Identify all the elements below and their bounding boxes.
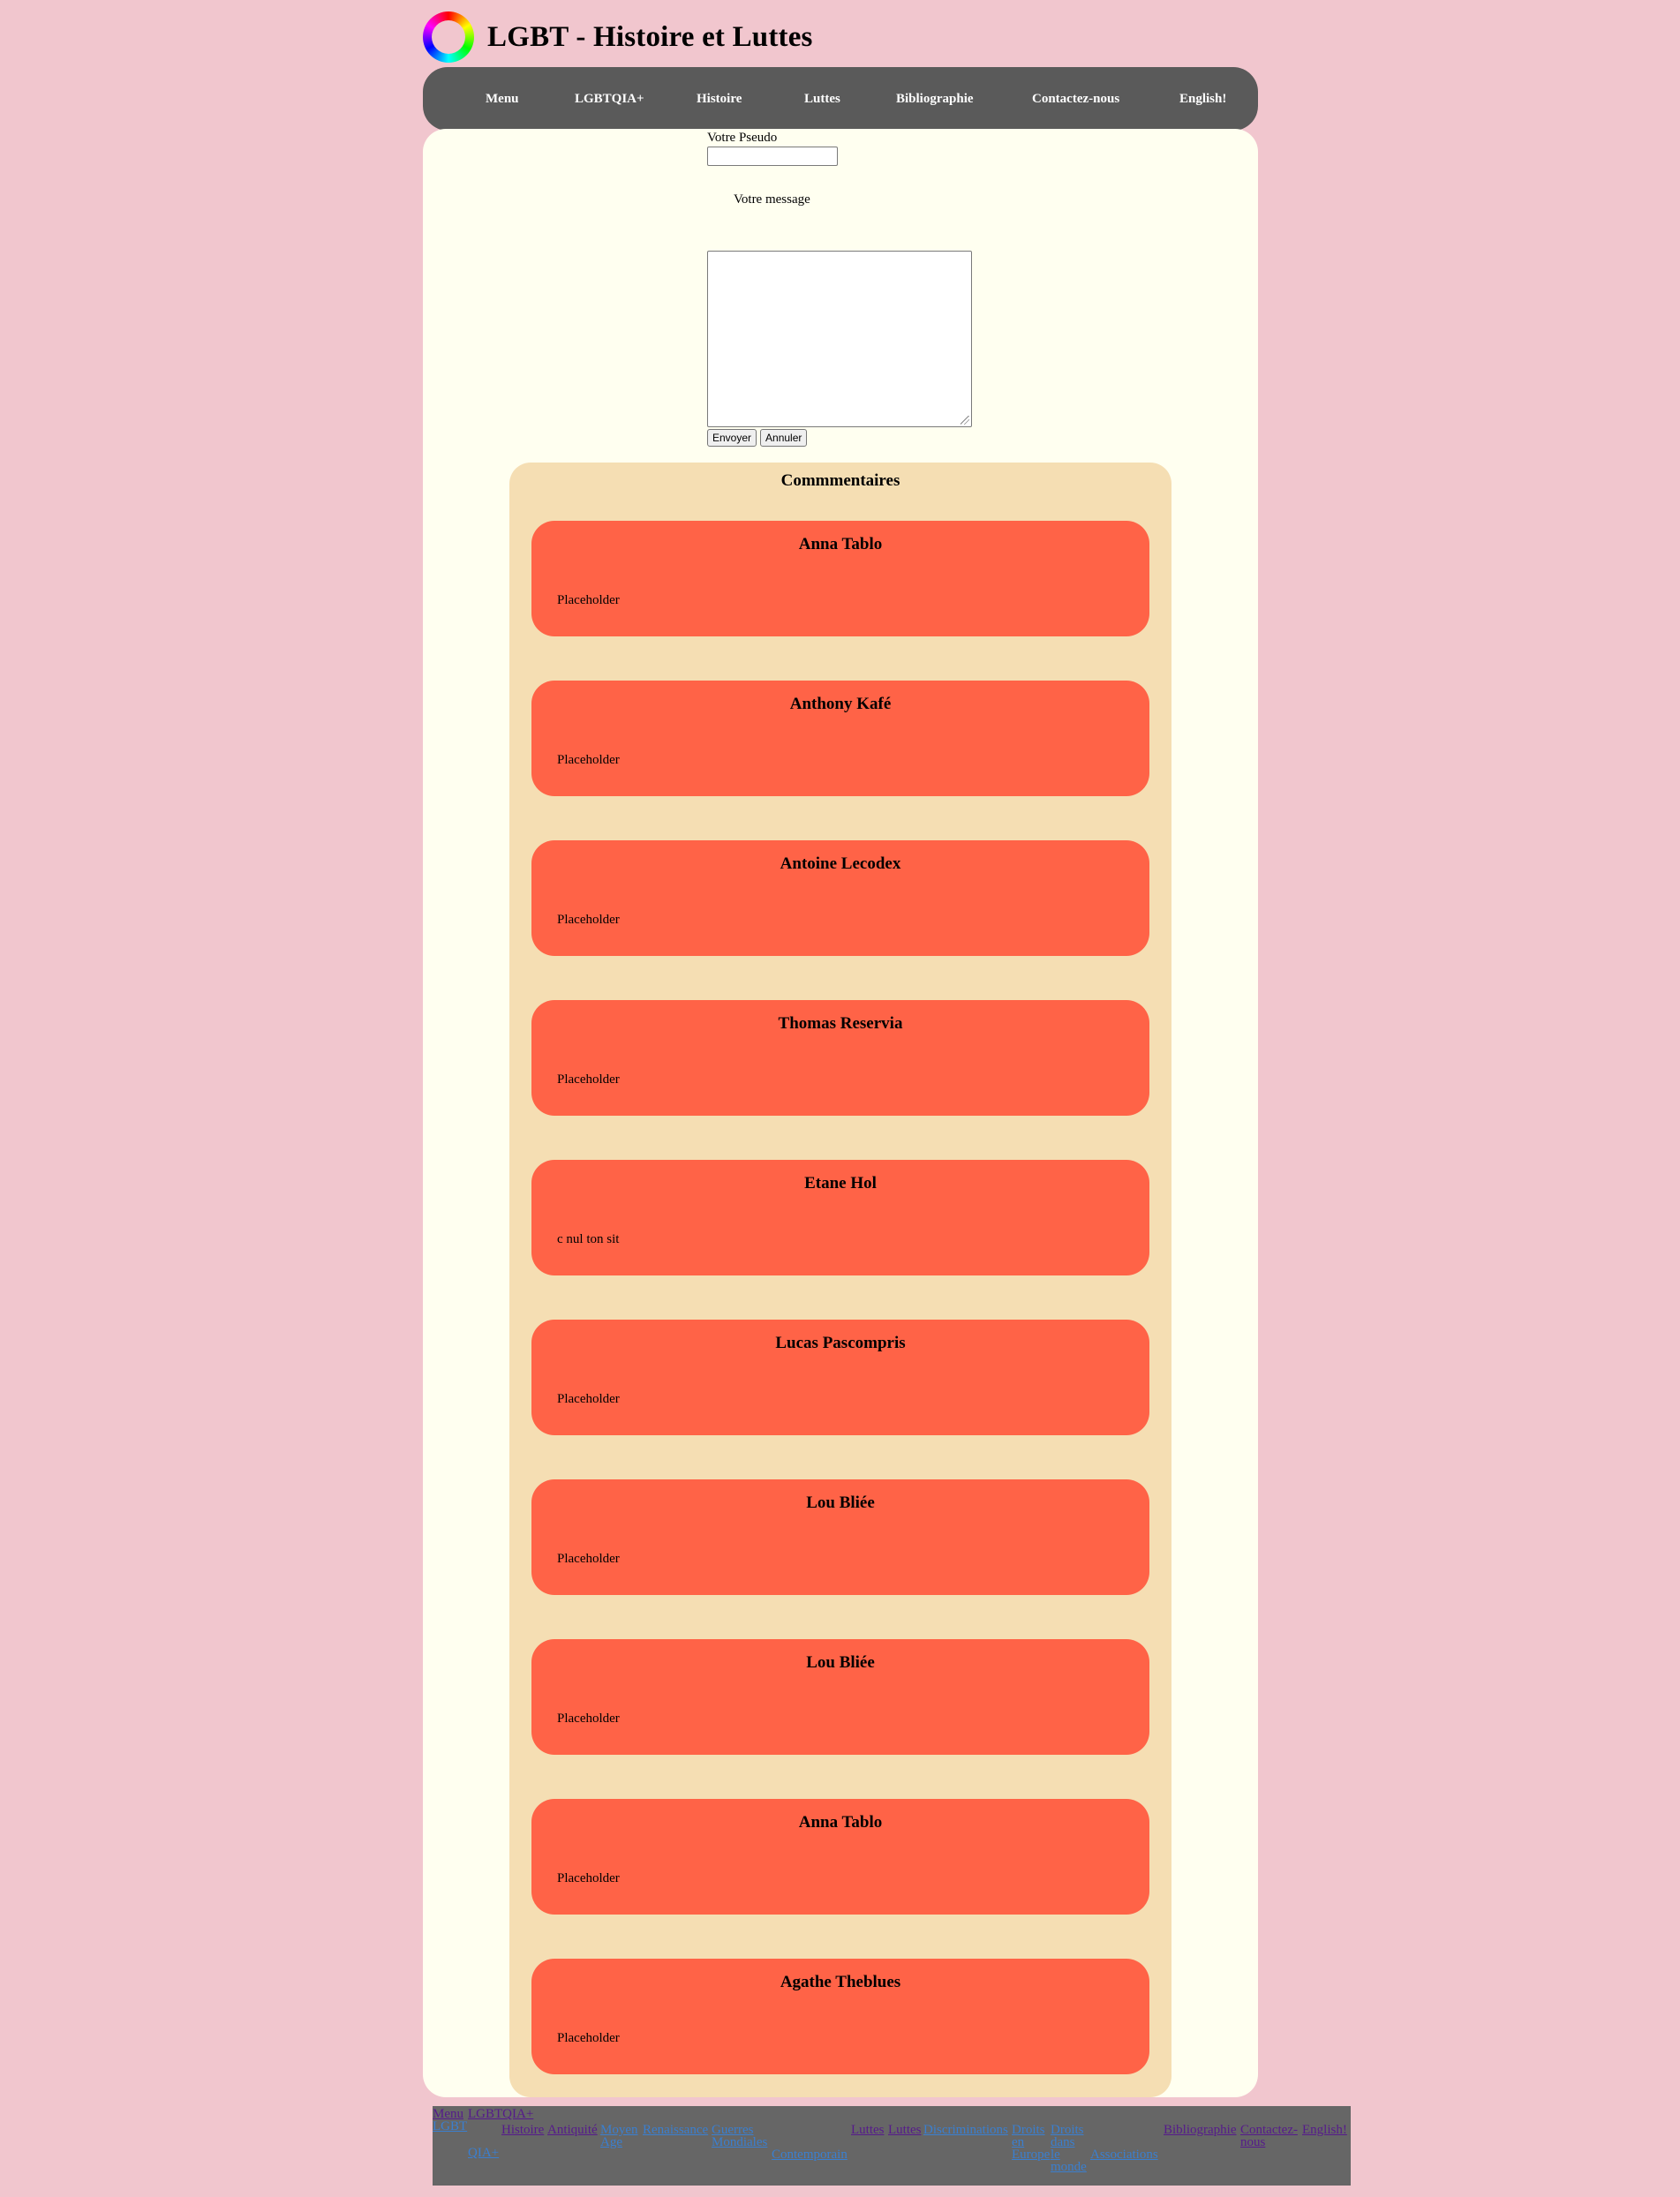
comment-author: Anthony Kafé [789,695,892,713]
comments-title: Commmentaires [780,471,900,490]
footer-link-droits-monde[interactable]: Droits dans le monde [1051,2124,1088,2174]
comment-card: Anna Tablo Placeholder [531,521,1149,636]
comment-text: Placeholder [557,1072,620,1087]
footer-link-english[interactable]: English! [1302,2124,1347,2137]
comment-text: c nul ton sit [557,1232,620,1246]
footer-link-antiquite[interactable]: Antiquité [547,2124,598,2137]
footer-link-guerres[interactable]: Guerres Mondiales [712,2124,767,2149]
comment-text: Placeholder [557,913,620,927]
comments-section: Commmentaires Anna Tablo Placeholder Ant… [509,463,1171,2097]
footer-nav: Menu LGBT LGBTQIA+ QIA+ Histoire Antiqui… [433,2106,1351,2186]
comment-text: Placeholder [557,593,620,607]
footer-link-luttes-2[interactable]: Luttes [888,2124,922,2137]
footer-link-lgbtqia[interactable]: LGBTQIA+ [468,2108,533,2121]
site-header: LGBT - Histoire et Luttes [423,11,813,64]
comment-card: Agathe Theblues Placeholder [531,1959,1149,2074]
pseudo-label: Votre Pseudo [707,131,778,145]
comment-author: Thomas Reservia [778,1014,903,1033]
footer-link-contemporain[interactable]: Contemporain [772,2148,848,2162]
footer-link-droits-europe[interactable]: Droits en Europe [1012,2124,1050,2162]
comment-card: Antoine Lecodex Placeholder [531,840,1149,956]
footer-link-associations[interactable]: Associations [1090,2148,1158,2162]
comment-text: Placeholder [557,2031,620,2045]
nav-lgbtqia[interactable]: LGBTQIA+ [575,67,644,131]
comment-author: Anna Tablo [798,535,883,553]
comment-text: Placeholder [557,1871,620,1885]
main-panel: Votre Pseudo Votre message Envoyer Annul… [423,129,1258,2097]
comment-author: Lou Bliée [806,1653,875,1672]
comment-card: Lou Bliée Placeholder [531,1639,1149,1755]
footer-link-lgbt[interactable]: LGBT [433,2120,467,2133]
comment-card: Thomas Reservia Placeholder [531,1000,1149,1116]
footer-link-moyen-age[interactable]: Moyen Age [600,2124,638,2149]
comment-text: Placeholder [557,1712,620,1726]
nav-histoire[interactable]: Histoire [697,67,742,131]
footer-link-bibliographie[interactable]: Bibliographie [1164,2124,1237,2137]
comment-card: Etane Hol c nul ton sit [531,1160,1149,1275]
footer-link-contact[interactable]: Contactez-nous [1240,2124,1302,2149]
footer-link-luttes[interactable]: Luttes [851,2124,885,2137]
footer-link-menu[interactable]: Menu [433,2108,463,2121]
footer-link-qia[interactable]: QIA+ [468,2147,499,2160]
comment-author: Anna Tablo [798,1813,883,1832]
message-label: Votre message [734,192,810,207]
submit-button[interactable]: Envoyer [707,429,757,447]
message-textarea[interactable] [707,251,972,427]
nav-contact[interactable]: Contactez-nous [1032,67,1119,131]
comment-author: Agathe Theblues [780,1973,901,1991]
comment-text: Placeholder [557,1552,620,1566]
footer-link-discriminations[interactable]: Discriminations [923,2124,1008,2137]
comment-card: Lucas Pascompris Placeholder [531,1320,1149,1435]
nav-menu[interactable]: Menu [486,67,519,131]
nav-english[interactable]: English! [1179,67,1226,131]
nav-bibliographie[interactable]: Bibliographie [896,67,974,131]
main-nav: Menu LGBTQIA+ Histoire Luttes Bibliograp… [423,67,1258,131]
comment-author: Lou Bliée [806,1494,875,1512]
comment-author: Antoine Lecodex [780,854,901,873]
comment-card: Anna Tablo Placeholder [531,1799,1149,1915]
site-title: LGBT - Histoire et Luttes [487,20,813,53]
rainbow-ring-icon [423,11,474,63]
comment-author: Lucas Pascompris [775,1334,906,1352]
nav-luttes[interactable]: Luttes [804,67,840,131]
comment-card: Lou Bliée Placeholder [531,1479,1149,1595]
comment-text: Placeholder [557,753,620,767]
cancel-button[interactable]: Annuler [760,429,808,447]
comment-author: Etane Hol [804,1174,877,1193]
pseudo-input[interactable] [707,147,838,166]
comment-card: Anthony Kafé Placeholder [531,681,1149,796]
footer-link-renaissance[interactable]: Renaissance [643,2124,708,2137]
footer-link-histoire[interactable]: Histoire [501,2124,544,2137]
resize-handle-icon[interactable] [961,416,969,425]
comment-text: Placeholder [557,1392,620,1406]
